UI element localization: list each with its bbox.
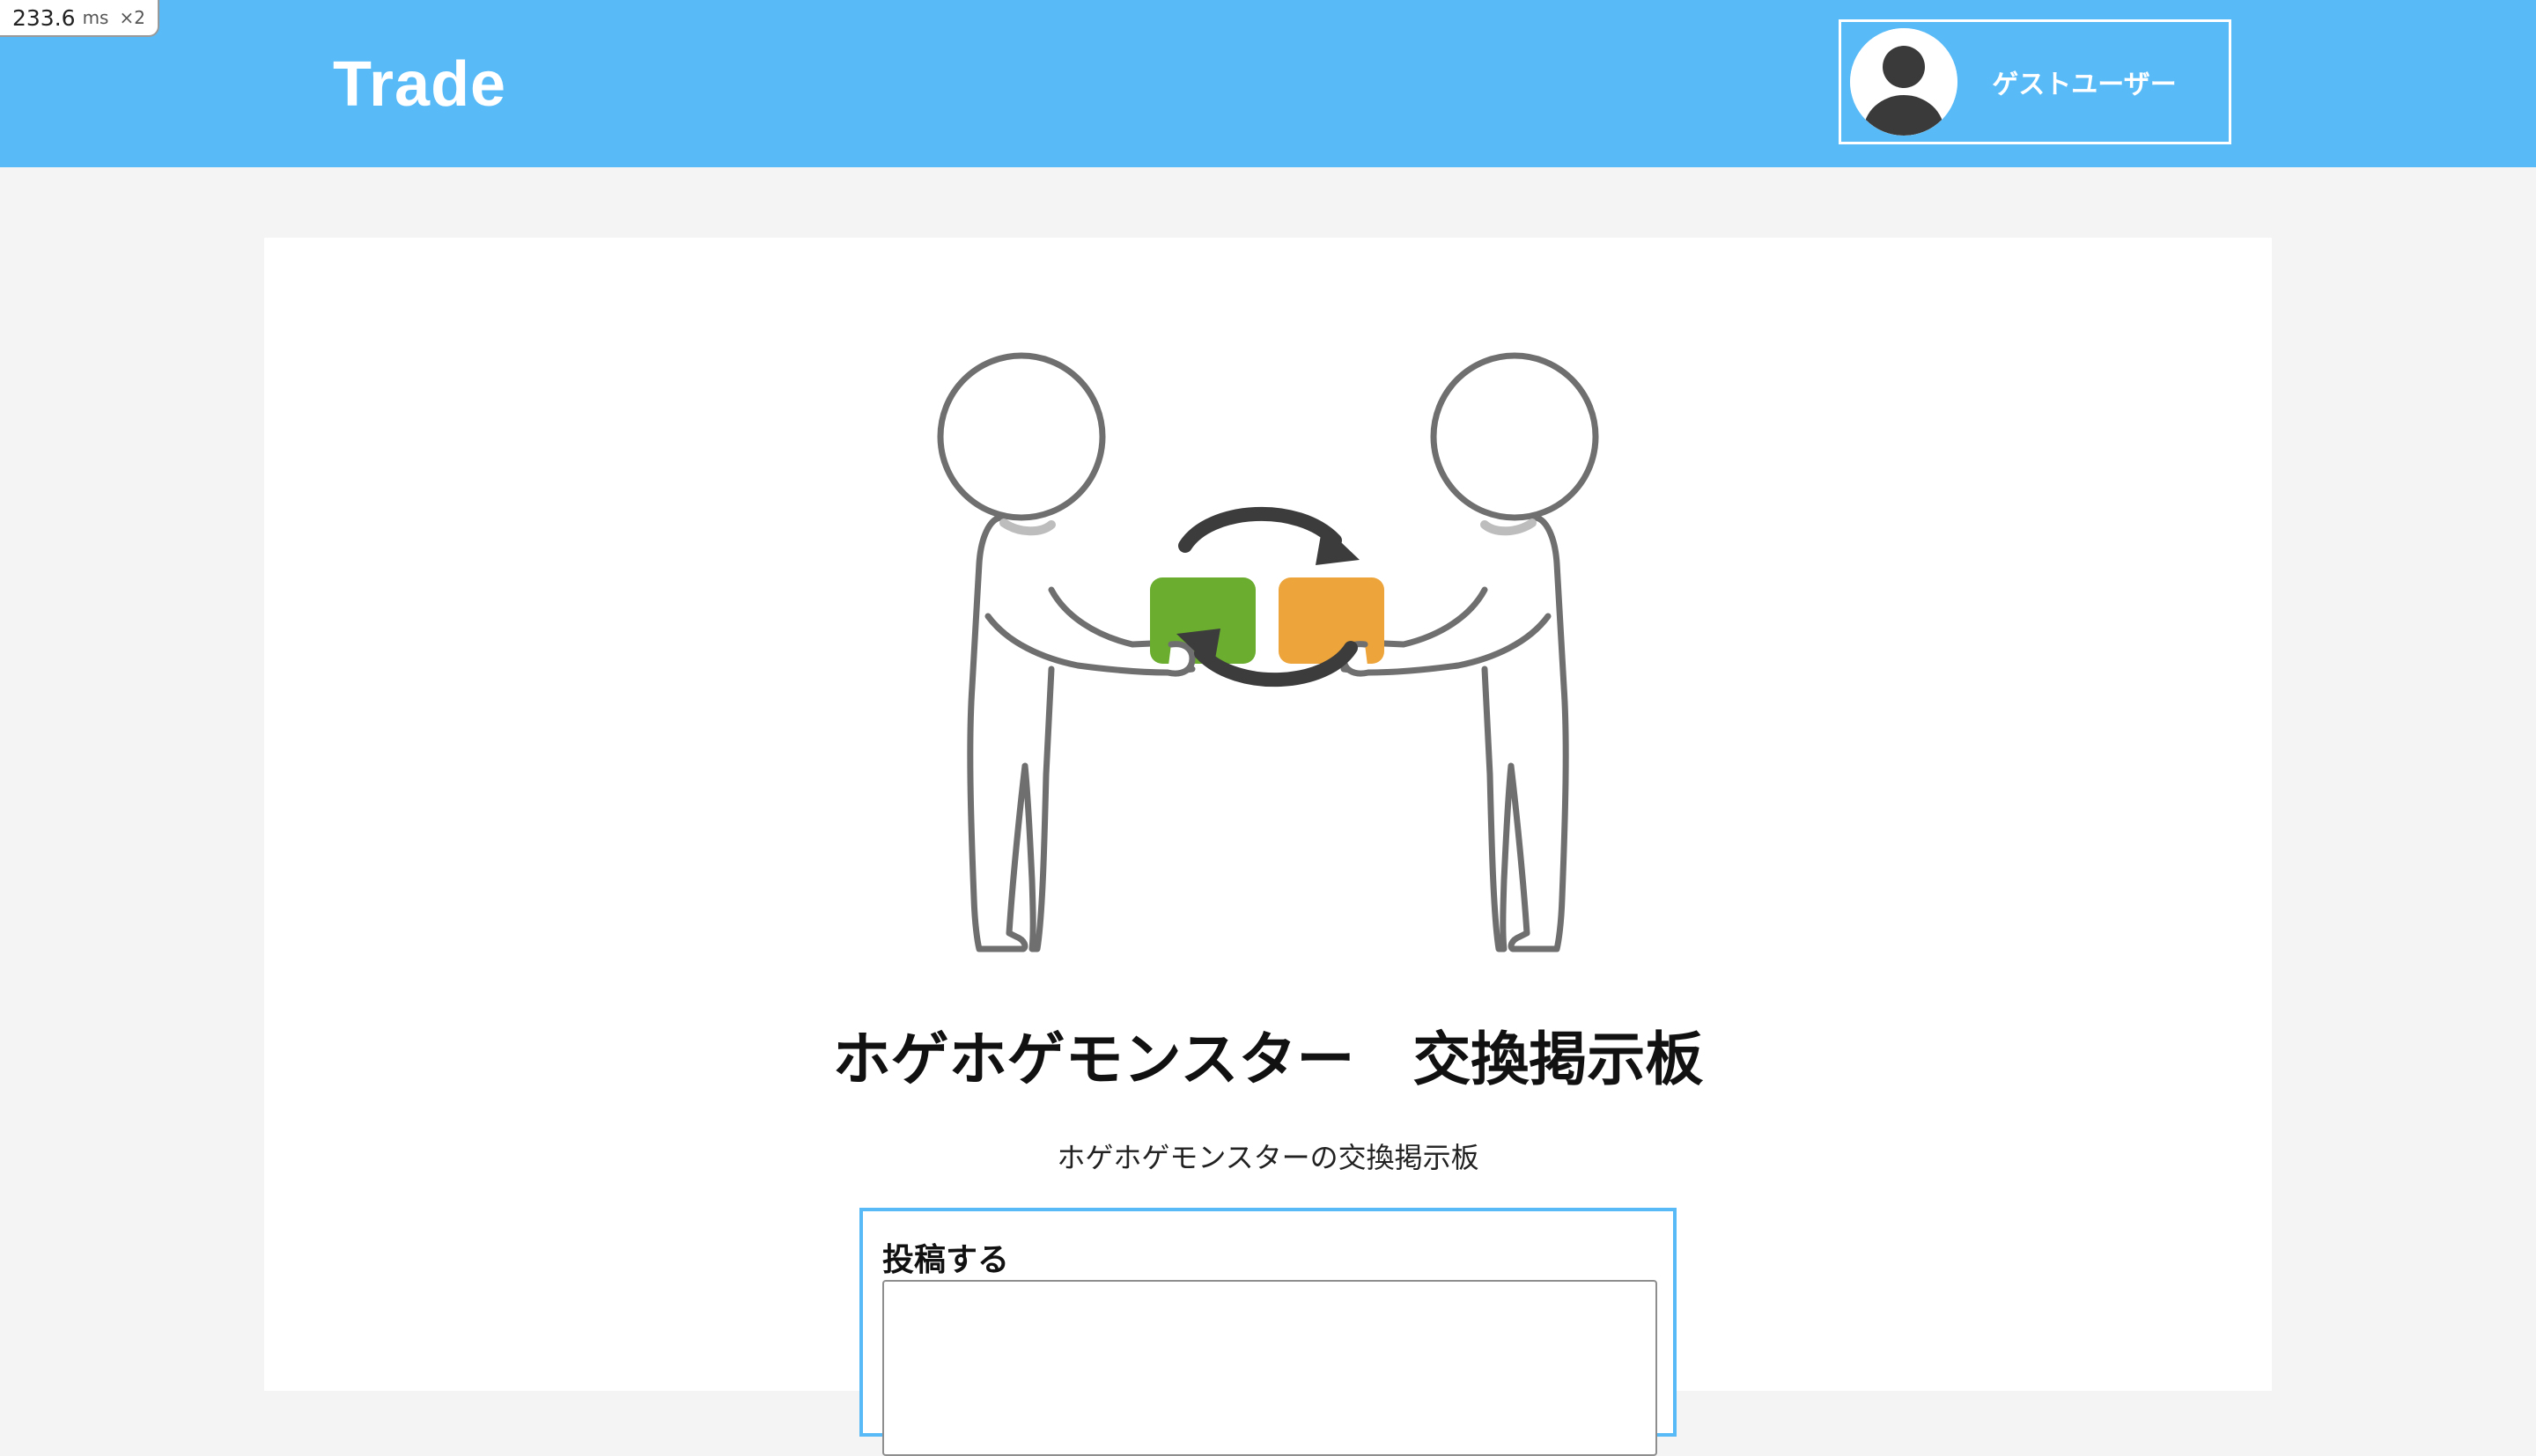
post-form-label: 投稿する xyxy=(882,1242,1010,1278)
user-name-label: ゲストユーザー xyxy=(1992,70,2177,100)
post-form: 投稿する xyxy=(859,1208,1677,1456)
board-card: ホゲホゲモンスター 交換掲示板 ホゲホゲモンスターの交換掲示板 投稿する xyxy=(264,238,2272,1456)
perf-multiplier: ×2 xyxy=(119,7,145,28)
user-menu-button[interactable]: ゲストユーザー xyxy=(1839,19,2231,144)
board-title: ホゲホゲモンスター 交換掲示板 xyxy=(832,1026,1704,1093)
perf-unit: ms xyxy=(82,7,109,28)
orange-card xyxy=(1279,577,1384,664)
avatar-person-icon xyxy=(1850,28,1957,136)
brand-logo-link[interactable]: Trade xyxy=(333,42,506,127)
perf-badge: 233.6 ms ×2 xyxy=(0,0,159,37)
post-textarea[interactable] xyxy=(882,1280,1657,1456)
top-header: Trade ゲストユーザー xyxy=(0,0,2536,167)
board-description: ホゲホゲモンスターの交換掲示板 xyxy=(1057,1141,1479,1174)
trade-illustration xyxy=(928,352,1608,968)
perf-value: 233.6 xyxy=(12,4,76,31)
